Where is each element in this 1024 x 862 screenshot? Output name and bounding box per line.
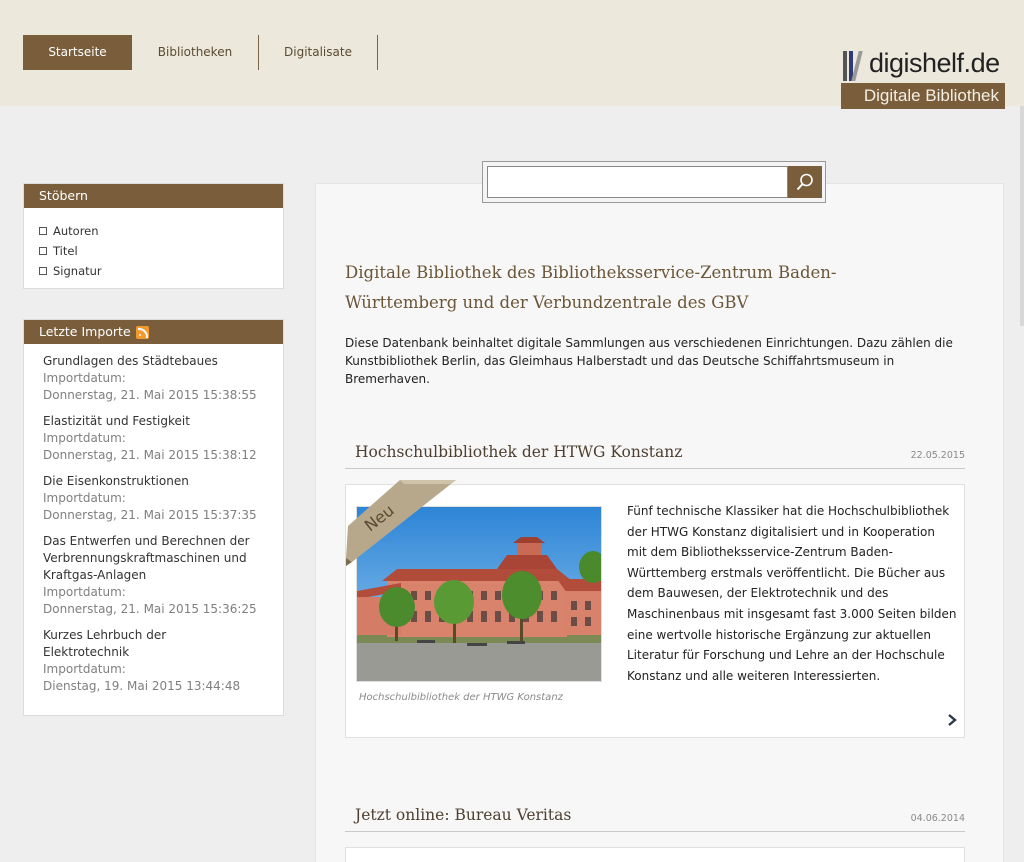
list-item: Kurzes Lehrbuch der Elektrotechnik Impor… (43, 627, 283, 695)
nav-startseite[interactable]: Startseite (23, 35, 132, 70)
news-title[interactable]: Hochschulbibliothek der HTWG Konstanz (355, 443, 682, 461)
site-header: Startseite Bibliotheken Digitalisate dig… (0, 0, 1024, 109)
import-date-label: Importdatum: (43, 585, 126, 599)
import-title[interactable]: Das Entwerfen und Berechnen der Verbrenn… (43, 533, 268, 584)
import-date-label: Importdatum: (43, 491, 126, 505)
import-date-label: Importdatum: (43, 662, 126, 676)
browse-item-label[interactable]: Titel (53, 241, 78, 261)
search-bar (482, 161, 826, 203)
nav-digitalisate[interactable]: Digitalisate (259, 35, 378, 70)
import-date: Donnerstag, 21. Mai 2015 15:37:35 (43, 508, 257, 522)
import-date-label: Importdatum: (43, 371, 126, 385)
browse-item-label[interactable]: Autoren (53, 221, 99, 241)
news-card: Neu Hochschulbibliothek der HTWG Konstan… (345, 480, 965, 738)
news-header: Hochschulbibliothek der HTWG Konstanz 22… (345, 443, 965, 469)
logo-name: digishelf.de (869, 48, 1000, 78)
rss-icon[interactable] (135, 325, 149, 339)
list-item: Das Entwerfen und Berechnen der Verbrenn… (43, 533, 283, 618)
import-title[interactable]: Elastizität und Festigkeit (43, 413, 283, 430)
import-date: Dienstag, 19. Mai 2015 13:44:48 (43, 679, 241, 693)
news-date: 04.06.2014 (910, 813, 965, 824)
search-input[interactable] (487, 166, 788, 198)
search-button[interactable] (788, 166, 822, 198)
square-bullet-icon (39, 267, 47, 275)
news-header: Jetzt online: Bureau Veritas 04.06.2014 (345, 806, 965, 832)
news-date: 22.05.2015 (910, 450, 965, 461)
imports-list: Grundlagen des Städtebaues Importdatum: … (24, 344, 283, 716)
browse-title: Stöbern (24, 184, 283, 208)
import-title[interactable]: Die Eisenkonstruktionen (43, 473, 283, 490)
news-title[interactable]: Jetzt online: Bureau Veritas (355, 806, 571, 824)
imports-box: Letzte Importe Grundlagen des Städtebaue… (23, 319, 284, 716)
news-text: Fünf technische Klassiker hat die Hochsc… (627, 504, 957, 683)
browse-item-autoren[interactable]: Autoren (39, 221, 283, 241)
list-item: Die Eisenkonstruktionen Importdatum: Don… (43, 473, 283, 524)
building-image (357, 507, 601, 681)
browse-item-label[interactable]: Signatur (53, 261, 102, 281)
import-date: Donnerstag, 21. Mai 2015 15:38:12 (43, 448, 257, 462)
news-photo (356, 506, 602, 682)
import-title[interactable]: Kurzes Lehrbuch der Elektrotechnik (43, 627, 193, 661)
imports-title: Letzte Importe (24, 320, 283, 344)
browse-list: Autoren Titel Signatur (24, 208, 283, 293)
chevron-right-icon[interactable] (946, 713, 958, 727)
logo-bars-icon (843, 51, 865, 81)
scrollbar[interactable] (1020, 106, 1024, 326)
news-card (345, 847, 965, 862)
square-bullet-icon (39, 247, 47, 255)
browse-item-signatur[interactable]: Signatur (39, 261, 283, 281)
import-date: Donnerstag, 21. Mai 2015 15:38:55 (43, 388, 257, 402)
imports-title-label: Letzte Importe (39, 324, 131, 339)
browse-title-label: Stöbern (39, 188, 88, 203)
import-date-label: Importdatum: (43, 431, 126, 445)
main-nav: Startseite Bibliotheken Digitalisate (23, 35, 378, 70)
logo-subtitle: Digitale Bibliothek (841, 83, 1005, 109)
nav-bibliotheken[interactable]: Bibliotheken (132, 35, 259, 70)
intro-text: Diese Datenbank beinhaltet digitale Samm… (345, 336, 953, 386)
browse-item-titel[interactable]: Titel (39, 241, 283, 261)
page-title: Digitale Bibliothek des Bibliotheksservi… (345, 263, 837, 312)
site-logo[interactable]: digishelf.de Digitale Bibliothek (841, 48, 1005, 109)
list-item: Elastizität und Festigkeit Importdatum: … (43, 413, 283, 464)
browse-box: Stöbern Autoren Titel Signatur (23, 183, 284, 289)
import-title[interactable]: Grundlagen des Städtebaues (43, 353, 283, 370)
search-icon (796, 173, 813, 191)
square-bullet-icon (39, 227, 47, 235)
list-item: Grundlagen des Städtebaues Importdatum: … (43, 353, 283, 404)
import-date: Donnerstag, 21. Mai 2015 15:36:25 (43, 602, 257, 616)
photo-caption: Hochschulbibliothek der HTWG Konstanz (359, 692, 563, 703)
